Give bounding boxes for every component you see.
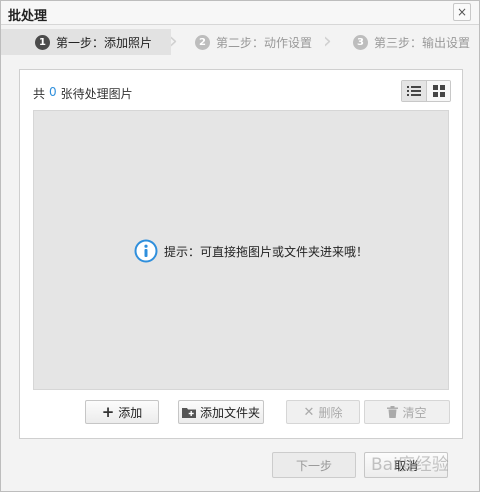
list-view-button[interactable] bbox=[402, 81, 426, 101]
grid-view-icon bbox=[432, 85, 445, 97]
cancel-button[interactable]: 取消 bbox=[364, 452, 448, 478]
photo-list-panel: 共 0 张待处理图片 提示：可直接拖图片或文件夹进来哦！ + 添加 添加文件夹 … bbox=[19, 69, 463, 439]
plus-icon: + bbox=[101, 403, 115, 421]
add-button[interactable]: + 添加 bbox=[85, 400, 159, 424]
view-toggle bbox=[401, 80, 451, 102]
info-icon bbox=[134, 239, 158, 263]
count-value: 0 bbox=[49, 85, 57, 99]
step-2: 2 第二步：动作设置 bbox=[195, 29, 312, 55]
title-bar: 批处理 × bbox=[1, 1, 479, 25]
add-folder-icon bbox=[181, 408, 196, 418]
window-title: 批处理 bbox=[8, 9, 48, 24]
next-step-button[interactable]: 下一步 bbox=[272, 452, 356, 478]
action-buttons: + 添加 添加文件夹 ✕ 删除 清空 bbox=[20, 400, 464, 424]
step-bar: 1 第一步：添加照片 › 2 第二步：动作设置 › 3 第三步：输出设置 bbox=[1, 29, 479, 55]
step-1: 1 第一步：添加照片 bbox=[35, 29, 152, 55]
step-3-number: 3 bbox=[353, 34, 368, 50]
count-prefix: 共 bbox=[33, 87, 46, 101]
delete-icon: ✕ bbox=[303, 404, 315, 420]
clear-button-label: 清空 bbox=[402, 405, 427, 420]
clear-button[interactable]: 清空 bbox=[364, 400, 450, 424]
drop-hint: 提示：可直接拖图片或文件夹进来哦！ bbox=[134, 239, 368, 263]
trash-icon bbox=[387, 406, 399, 418]
step-2-number: 2 bbox=[195, 34, 210, 50]
delete-button-label: 删除 bbox=[318, 405, 343, 420]
step-2-label: 第二步：动作设置 bbox=[216, 35, 313, 50]
add-button-label: 添加 bbox=[118, 405, 143, 420]
step-separator-1: › bbox=[169, 29, 178, 54]
step-3-label: 第三步：输出设置 bbox=[374, 35, 471, 50]
count-suffix: 张待处理图片 bbox=[60, 87, 133, 101]
close-button[interactable]: × bbox=[453, 3, 471, 21]
list-view-icon bbox=[407, 86, 421, 96]
add-folder-button[interactable]: 添加文件夹 bbox=[178, 400, 264, 424]
step-3: 3 第三步：输出设置 bbox=[353, 29, 470, 55]
grid-view-button[interactable] bbox=[426, 81, 450, 101]
step-1-label: 第一步：添加照片 bbox=[56, 35, 153, 50]
batch-process-window: 批处理 × 1 第一步：添加照片 › 2 第二步：动作设置 › 3 第三步：输出… bbox=[0, 0, 480, 492]
photo-drop-area[interactable]: 提示：可直接拖图片或文件夹进来哦！ bbox=[33, 110, 449, 390]
step-1-number: 1 bbox=[35, 34, 50, 50]
drop-hint-text: 提示：可直接拖图片或文件夹进来哦！ bbox=[164, 244, 369, 259]
step-separator-2: › bbox=[323, 29, 332, 54]
delete-button[interactable]: ✕ 删除 bbox=[286, 400, 360, 424]
add-folder-button-label: 添加文件夹 bbox=[199, 405, 260, 420]
pending-count: 共 0 张待处理图片 bbox=[33, 85, 133, 102]
